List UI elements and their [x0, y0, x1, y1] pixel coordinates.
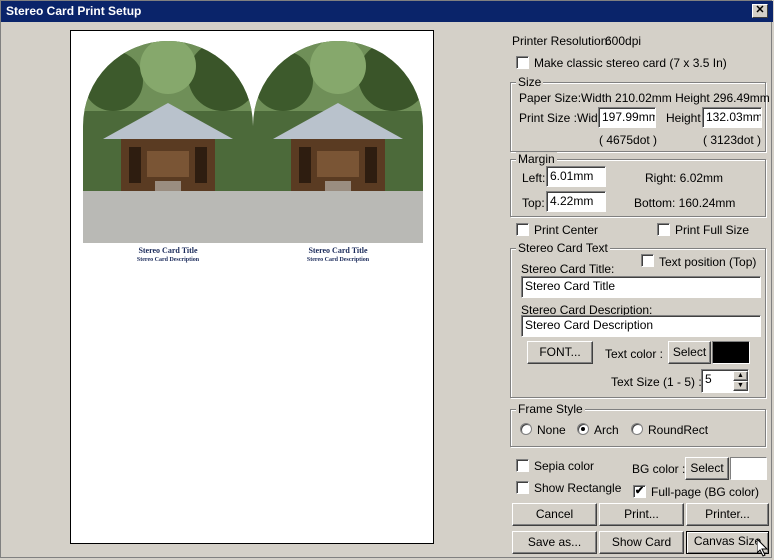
frame-arch-radio[interactable] [577, 423, 589, 435]
margin-left-input[interactable]: 6.01mm [546, 166, 606, 187]
card-title-input[interactable]: Stereo Card Title [521, 276, 761, 298]
size-group-title: Size [516, 75, 544, 89]
text-size-label: Text Size (1 - 5) : [611, 375, 702, 389]
margin-top-label: Top: [522, 196, 545, 210]
full-page-label: Full-page (BG color) [651, 485, 760, 499]
classic-card-checkbox[interactable] [516, 56, 529, 69]
print-preview-page: Stereo Card Title Stereo Card Descriptio… [70, 30, 434, 544]
print-center-label: Print Center [534, 223, 599, 237]
margin-top-input[interactable]: 4.22mm [546, 191, 606, 212]
bg-color-label: BG color : [632, 462, 686, 476]
window-title: Stereo Card Print Setup [6, 4, 142, 18]
print-height-label: Height [666, 111, 701, 125]
sepia-checkbox[interactable] [516, 459, 529, 472]
close-button[interactable]: ✕ [752, 4, 768, 18]
paper-size-text: Paper Size:Width 210.02mm Height 296.49m… [519, 91, 770, 105]
show-card-button[interactable]: Show Card [599, 531, 684, 554]
frame-arch-label: Arch [594, 423, 619, 437]
text-position-checkbox[interactable] [641, 254, 654, 267]
print-center-checkbox[interactable] [516, 223, 529, 236]
stereo-left-image [83, 41, 253, 243]
text-color-swatch [712, 341, 750, 364]
margin-right-text: Right: 6.02mm [645, 171, 724, 185]
print-width-label: Print Size :Width [519, 111, 608, 125]
show-rectangle-label: Show Rectangle [534, 481, 622, 495]
mouse-pointer-icon [757, 539, 769, 557]
preview-left-title: Stereo Card Title [138, 246, 198, 255]
text-size-down-icon[interactable]: ▼ [733, 381, 748, 391]
printer-button[interactable]: Printer... [686, 503, 769, 526]
margin-bottom-text: Bottom: 160.24mm [634, 196, 736, 210]
margin-left-label: Left: [522, 171, 546, 185]
frame-none-label: None [537, 423, 566, 437]
frame-roundrect-radio[interactable] [631, 423, 643, 435]
bg-color-select-button[interactable]: Select [685, 457, 729, 480]
print-full-size-label: Print Full Size [675, 223, 750, 237]
font-button[interactable]: FONT... [527, 341, 593, 364]
frame-none-radio[interactable] [520, 423, 532, 435]
printer-resolution-label: Printer Resolution: [512, 34, 611, 48]
show-rectangle-checkbox[interactable] [516, 481, 529, 494]
text-color-label: Text color : [605, 347, 664, 361]
card-title-label: Stereo Card Title: [521, 262, 615, 276]
text-color-select-button[interactable]: Select [668, 341, 711, 364]
preview-right-title: Stereo Card Title [308, 246, 368, 255]
bg-color-swatch [730, 457, 767, 480]
preview-right-description: Stereo Card Description [306, 257, 370, 263]
classic-card-label: Make classic stereo card (7 x 3.5 In) [534, 56, 727, 70]
sepia-label: Sepia color [534, 459, 595, 473]
preview-left-description: Stereo Card Description [136, 257, 200, 263]
save-as-button[interactable]: Save as... [512, 531, 597, 554]
full-page-checkbox[interactable]: ✔ [633, 485, 646, 498]
text-position-label: Text position (Top) [659, 255, 757, 269]
margin-group-title: Margin [516, 152, 557, 166]
print-width-input[interactable]: 197.99mm [598, 107, 656, 128]
card-description-input[interactable]: Stereo Card Description [521, 315, 761, 337]
print-button[interactable]: Print... [599, 503, 684, 526]
height-dots-text: ( 3123dot ) [703, 133, 762, 147]
printer-resolution-value: 600dpi [605, 34, 642, 48]
cancel-button[interactable]: Cancel [512, 503, 597, 526]
frame-roundrect-label: RoundRect [648, 423, 709, 437]
stereo-card-text-title: Stereo Card Text [516, 241, 610, 255]
print-height-input[interactable]: 132.03mm [702, 107, 762, 128]
stereo-right-image [253, 41, 423, 243]
text-size-up-icon[interactable]: ▲ [733, 371, 748, 381]
frame-style-title: Frame Style [516, 402, 585, 416]
print-full-size-checkbox[interactable] [657, 223, 670, 236]
width-dots-text: ( 4675dot ) [599, 133, 658, 147]
